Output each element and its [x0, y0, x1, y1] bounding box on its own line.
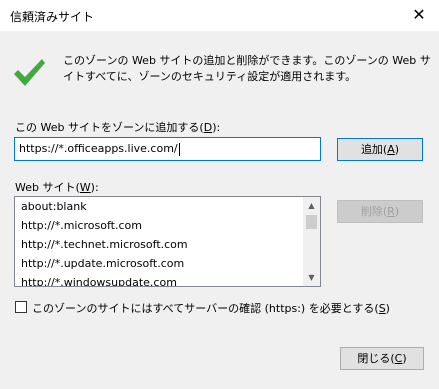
check-icon — [14, 59, 45, 86]
close-button-end: ) — [402, 352, 407, 365]
list-item[interactable]: http://*.microsoft.com — [15, 216, 303, 235]
remove-button-text: 削除( — [360, 205, 388, 218]
title-bar: 信頼済みサイト ✕ — [0, 0, 439, 31]
remove-button-end: ) — [394, 205, 400, 218]
site-url-input[interactable]: https://*.officeapps.live.com/ — [14, 137, 321, 161]
close-button-text: 閉じる( — [357, 352, 395, 365]
vertical-scrollbar[interactable]: ▲ ▼ — [303, 197, 320, 286]
list-item[interactable]: about:blank — [15, 197, 303, 216]
add-site-label: この Web サイトをゾーンに追加する(D): — [15, 119, 220, 135]
site-url-value: https://*.officeapps.live.com/ — [19, 142, 178, 155]
https-label-text: このゾーンのサイトにはすべてサーバーの確認 (https:) を必要とする( — [32, 302, 379, 315]
close-icon[interactable]: ✕ — [405, 4, 433, 26]
description-text: このゾーンの Web サイトの追加と削除ができます。このゾーンの Web サイト… — [63, 54, 431, 83]
remove-button-key: R — [387, 205, 395, 218]
add-site-label-end: ): — [212, 121, 221, 134]
add-button-text: 追加( — [360, 143, 388, 156]
https-checkbox-label[interactable]: このゾーンのサイトにはすべてサーバーの確認 (https:) を必要とする(S) — [32, 300, 390, 316]
close-button[interactable]: 閉じる(C) — [340, 347, 424, 370]
https-label-end: ) — [385, 302, 390, 315]
sites-list-items: about:blank http://*.microsoft.com http:… — [15, 197, 303, 286]
add-site-label-text: この Web サイトをゾーンに追加する( — [15, 121, 204, 134]
sites-label: Web サイト(W): — [15, 179, 99, 195]
add-button-end: ) — [394, 143, 400, 156]
sites-label-end: ): — [90, 181, 99, 194]
window-title: 信頼済みサイト — [10, 10, 95, 24]
sites-label-key: W — [79, 181, 91, 194]
https-checkbox[interactable] — [15, 301, 27, 313]
sites-label-text: Web サイト( — [15, 181, 80, 194]
scroll-up-icon[interactable]: ▲ — [303, 197, 320, 214]
add-site-label-key: D — [203, 121, 213, 134]
remove-button[interactable]: 削除(R) — [337, 200, 423, 223]
scroll-down-icon[interactable]: ▼ — [303, 269, 320, 286]
https-label-key: S — [378, 302, 386, 315]
add-button[interactable]: 追加(A) — [337, 138, 423, 161]
list-item[interactable]: http://*.update.microsoft.com — [15, 254, 303, 273]
list-item[interactable]: http://*.technet.microsoft.com — [15, 235, 303, 254]
list-item[interactable]: http://*.windowsupdate.com — [15, 273, 303, 286]
add-button-key: A — [387, 143, 395, 156]
text-caret — [178, 142, 180, 156]
scroll-thumb[interactable] — [306, 215, 317, 229]
sites-list[interactable]: about:blank http://*.microsoft.com http:… — [14, 196, 321, 287]
